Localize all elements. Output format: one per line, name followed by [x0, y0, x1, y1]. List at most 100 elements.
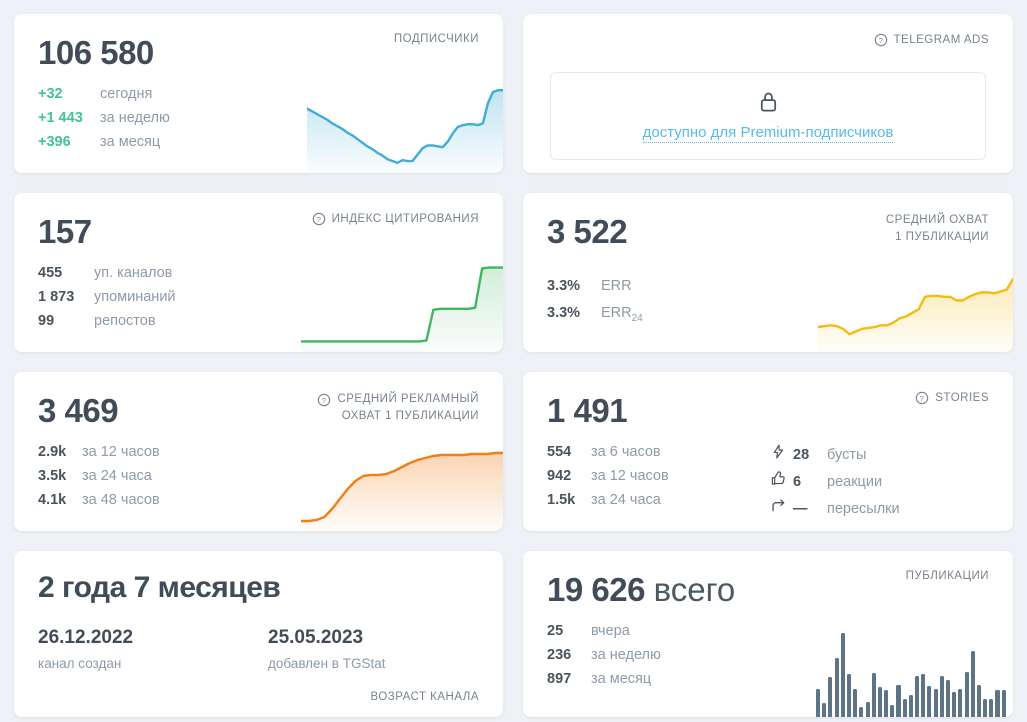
citation-index-card: ? ИНДЕКС ЦИТИРОВАНИЯ 157 455 уп. каналов… [14, 193, 503, 352]
stat-value: 942 [547, 468, 572, 484]
stat-row: 1.5k за 24 часа [547, 492, 771, 508]
like-icon [771, 471, 793, 486]
channel-stats-dashboard: ПОДПИСЧИКИ 106 580 +32 сегодня +1 443 за… [0, 0, 1027, 722]
channel-age-value: 2 года 7 месяцев [38, 571, 281, 604]
stat-label: за 12 часов [591, 468, 669, 484]
stat-label: уп. каналов [94, 265, 173, 281]
svg-text:?: ? [878, 36, 883, 45]
stat-row: 554 за 6 часов [547, 444, 771, 460]
stat-row: 3.3% ERR [547, 278, 989, 297]
channel-age-card: 2 года 7 месяцев 26.12.2022 канал создан… [14, 551, 503, 717]
avg-ad-reach-title-line2: ОХВАТ 1 ПУБЛИКАЦИИ [341, 410, 479, 423]
publications-card: ПУБЛИКАЦИИ 19 626 всего 25 вчера 236 за … [523, 551, 1013, 717]
premium-subscribers-link[interactable]: доступно для Premium-подписчиков [642, 124, 894, 143]
avg-reach-title-line1: СРЕДНИЙ ОХВАТ [885, 214, 989, 226]
stat-label: за 24 часа [591, 492, 661, 508]
lock-icon [760, 92, 776, 112]
publications-stats: 25 вчера 236 за неделю 897 за месяц [547, 623, 989, 687]
stat-value: 3.3% [547, 278, 581, 294]
stories-card-title: ? STORIES [915, 391, 989, 405]
help-icon[interactable]: ? [317, 393, 331, 407]
stat-row: +396 за месяц [38, 134, 479, 150]
stat-value: 554 [547, 444, 572, 460]
citation-index-card-title: ? ИНДЕКС ЦИТИРОВАНИЯ [312, 212, 479, 226]
stat-value: 3.3% [547, 304, 581, 321]
subscribers-card-title-label: ПОДПИСЧИКИ [393, 33, 479, 45]
publications-card-title-label: ПУБЛИКАЦИИ [905, 570, 989, 582]
stat-label: за месяц [591, 671, 652, 687]
stat-row: 4.1k за 48 часов [38, 492, 479, 508]
citation-index-stats: 455 уп. каналов 1 873 упоминаний 99 репо… [38, 265, 479, 329]
avg-ad-reach-card-title: ? СРЕДНИЙ РЕКЛАМНЫЙ ОХВАТ 1 ПУБЛИКАЦИИ [317, 391, 479, 426]
telegram-ads-card-title-label: TELEGRAM ADS [893, 34, 989, 46]
publications-card-title: ПУБЛИКАЦИИ [906, 570, 989, 582]
help-icon[interactable]: ? [312, 212, 326, 226]
subscribers-card-title: ПОДПИСЧИКИ [394, 33, 479, 45]
stat-value: 25 [547, 623, 564, 639]
stat-value: +1 443 [38, 110, 83, 126]
stat-row: 3.3% ERR24 [547, 305, 989, 324]
stat-row: 6 реакции [771, 471, 900, 490]
stat-row: 3.5k за 24 часа [38, 468, 479, 484]
svg-text:?: ? [316, 215, 321, 224]
date-label: канал создан [38, 656, 122, 671]
help-icon[interactable]: ? [874, 33, 888, 47]
stat-label: реакции [827, 474, 883, 490]
stat-value: 28 [793, 447, 810, 463]
stat-label: за месяц [100, 134, 161, 150]
citation-index-card-title-label: ИНДЕКС ЦИТИРОВАНИЯ [331, 213, 479, 225]
telegram-ads-card: ? TELEGRAM ADS доступно для Premium-подп… [523, 14, 1013, 173]
stat-value: 99 [38, 313, 55, 329]
stat-row: +32 сегодня [38, 86, 479, 102]
date-value: 26.12.2022 [38, 627, 134, 648]
stat-value: 236 [547, 647, 572, 663]
stories-card-title-label: STORIES [935, 392, 989, 404]
channel-age-footer-label: ВОЗРАСТ КАНАЛА [370, 691, 479, 703]
svg-text:?: ? [920, 394, 925, 403]
stat-value: 2.9k [38, 444, 67, 460]
stat-value: +32 [38, 86, 63, 102]
forward-icon [771, 498, 793, 513]
stat-label: ERR24 [601, 304, 643, 324]
avg-reach-title-line2: 1 ПУБЛИКАЦИИ [895, 231, 989, 244]
stat-label: за 48 часов [82, 492, 160, 508]
stat-label: упоминаний [94, 289, 176, 305]
avg-ad-reach-title-line1: ? СРЕДНИЙ РЕКЛАМНЫЙ [317, 391, 479, 408]
stat-value: 6 [793, 474, 802, 490]
stories-engagement-column: 28 бусты 6 реакции — пересылки [771, 444, 900, 517]
stat-label: бусты [827, 447, 867, 463]
stat-label: сегодня [100, 86, 153, 102]
stat-value: 3.5k [38, 468, 67, 484]
telegram-ads-card-title: ? TELEGRAM ADS [874, 33, 989, 47]
stories-views-column: 554 за 6 часов 942 за 12 часов 1.5k за 2… [547, 444, 771, 517]
publications-count-suffix: всего [653, 571, 736, 608]
stat-row: 455 уп. каналов [38, 265, 479, 281]
avg-ad-reach-stats: 2.9k за 12 часов 3.5k за 24 часа 4.1k за… [38, 444, 479, 508]
stat-value: — [793, 501, 808, 517]
subscribers-card: ПОДПИСЧИКИ 106 580 +32 сегодня +1 443 за… [14, 14, 503, 173]
stat-label: за неделю [591, 647, 661, 663]
stat-label: за неделю [100, 110, 170, 126]
avg-reach-stats: 3.3% ERR 3.3% ERR24 [547, 278, 989, 324]
stat-value: 4.1k [38, 492, 67, 508]
stat-value: +396 [38, 134, 71, 150]
channel-age-dates: 26.12.2022 канал создан 25.05.2023 добав… [38, 627, 479, 671]
stat-value: 455 [38, 265, 63, 281]
help-icon[interactable]: ? [915, 391, 929, 405]
stat-label: за 12 часов [82, 444, 160, 460]
subscribers-stats: +32 сегодня +1 443 за неделю +396 за мес… [38, 86, 479, 150]
stat-row: 942 за 12 часов [547, 468, 771, 484]
stat-row: 1 873 упоминаний [38, 289, 479, 305]
stat-row: — пересылки [771, 498, 900, 517]
stat-row: 25 вчера [547, 623, 989, 639]
stories-stats: 554 за 6 часов 942 за 12 часов 1.5k за 2… [547, 444, 989, 517]
channel-created-date: 26.12.2022 канал создан [38, 627, 268, 671]
stat-label: ERR [601, 278, 632, 294]
stat-label: пересылки [827, 501, 900, 517]
avg-reach-card: СРЕДНИЙ ОХВАТ 1 ПУБЛИКАЦИИ 3 522 3.3% ER… [523, 193, 1013, 352]
date-label: добавлен в TGStat [268, 656, 386, 671]
stat-value: 1 873 [38, 289, 75, 305]
avg-reach-card-title: СРЕДНИЙ ОХВАТ 1 ПУБЛИКАЦИИ [886, 212, 989, 247]
channel-added-date: 25.05.2023 добавлен в TGStat [268, 627, 498, 671]
svg-text:?: ? [322, 395, 327, 404]
